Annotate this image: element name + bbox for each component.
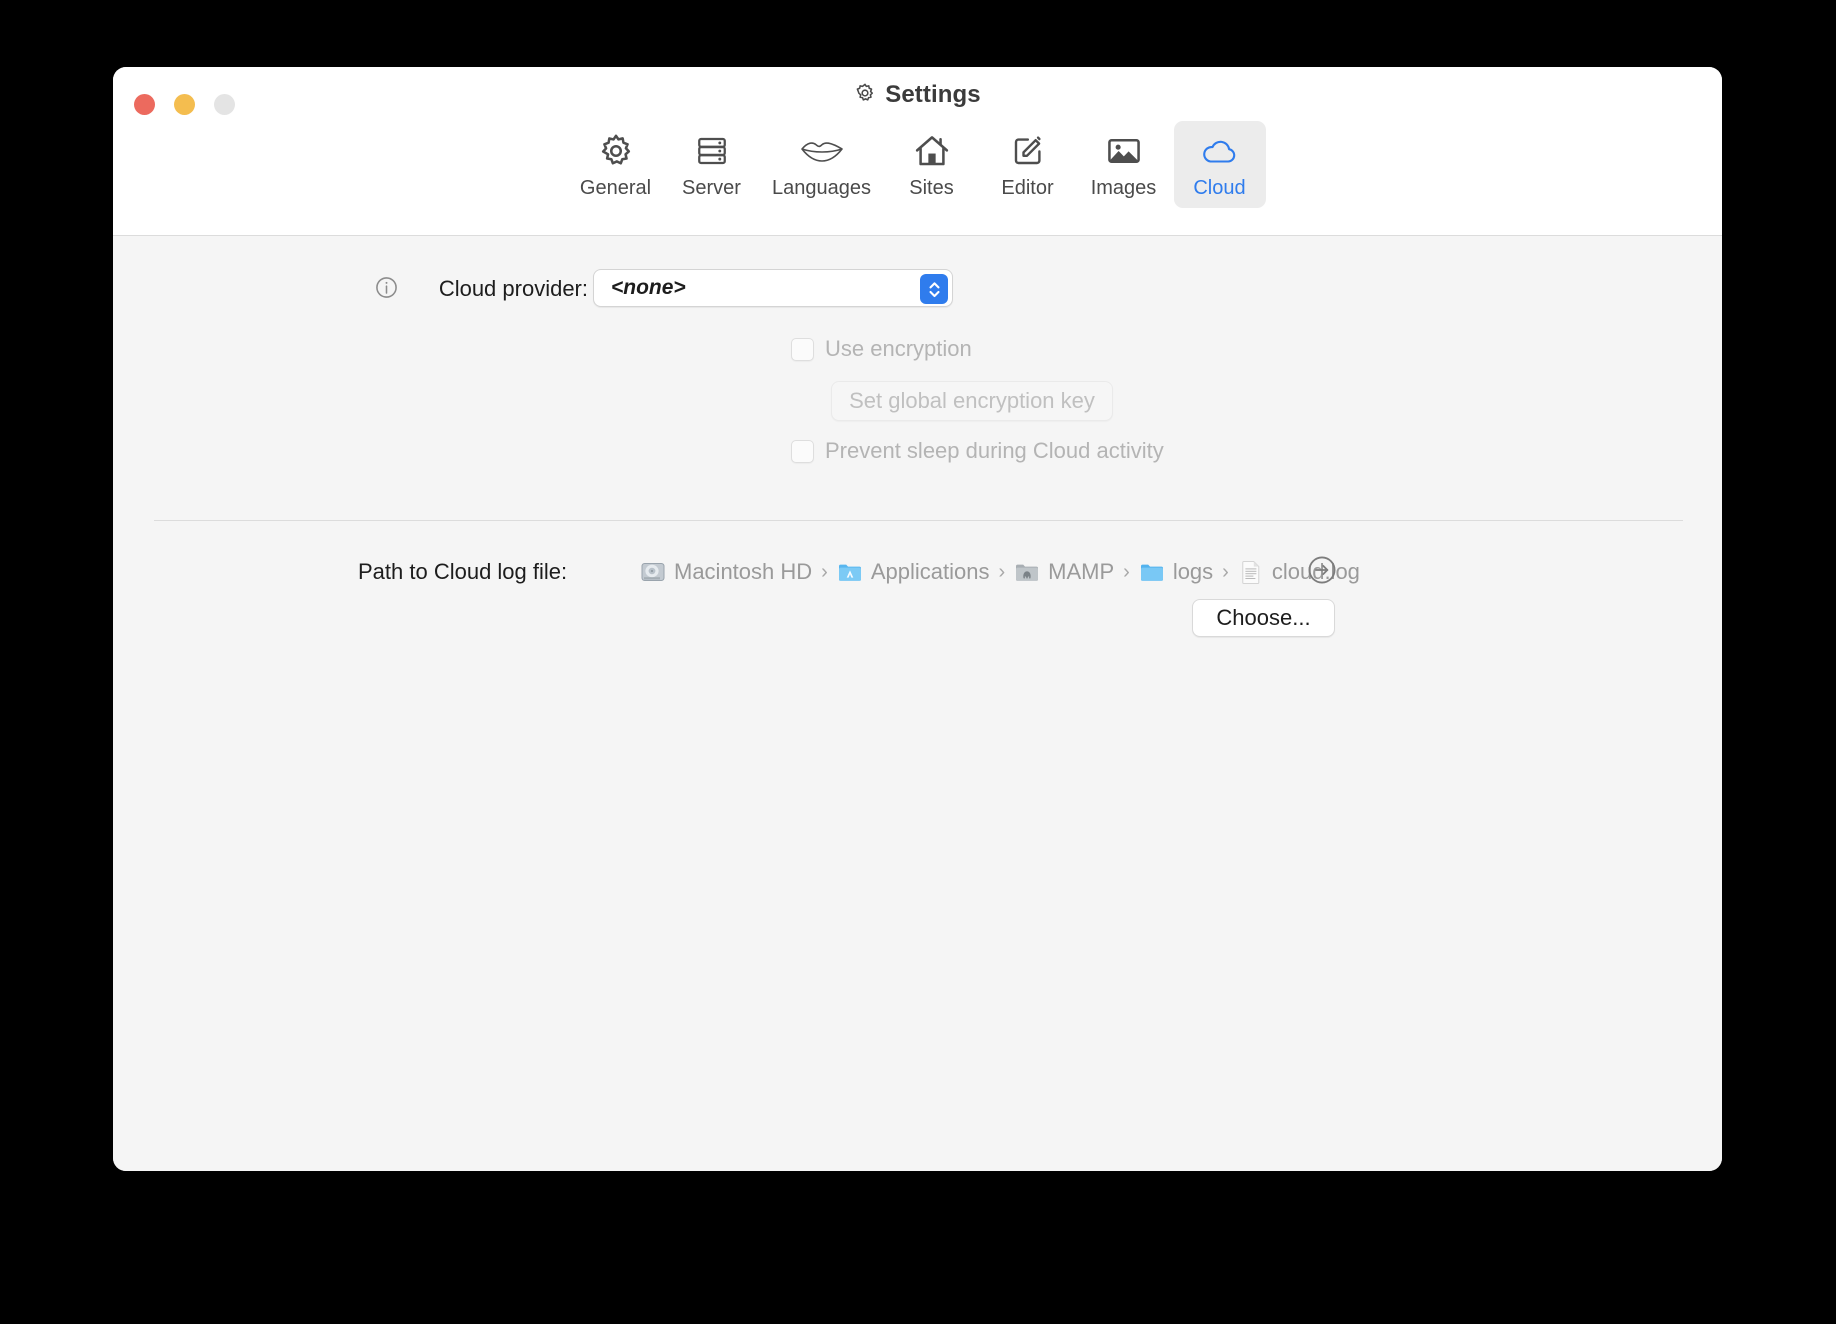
arrow-right-circle-icon[interactable] (1306, 554, 1338, 591)
settings-window: Settings General Server Languages Sites … (113, 67, 1722, 1171)
gear-icon (854, 82, 876, 109)
breadcrumb: Macintosh HD › Applications › MAMP › log… (640, 559, 1360, 585)
info-circle-icon[interactable] (374, 275, 399, 305)
breadcrumb-separator: › (1123, 560, 1130, 583)
prevent-sleep-label: Prevent sleep during Cloud activity (825, 438, 1164, 463)
tab-general-label: General (579, 177, 652, 199)
tab-sites[interactable]: Sites (886, 121, 978, 208)
server-rack-icon (694, 131, 730, 171)
log-path-row: Path to Cloud log file: Macintosh HD › A… (113, 554, 1722, 590)
set-global-encryption-key-button[interactable]: Set global encryption key (831, 381, 1113, 421)
breadcrumb-item-logs[interactable]: logs (1139, 559, 1213, 585)
breadcrumb-separator: › (821, 560, 828, 583)
tab-sites-label: Sites (909, 177, 954, 199)
window-title-bar: Settings (113, 81, 1722, 109)
use-encryption-checkbox[interactable] (791, 337, 814, 361)
breadcrumb-separator: › (998, 560, 1006, 583)
section-divider (154, 520, 1683, 521)
tab-cloud[interactable]: Cloud (1173, 121, 1266, 208)
breadcrumb-item-label: Applications (870, 559, 990, 584)
breadcrumb-separator: › (1222, 560, 1229, 583)
use-encryption-label: Use encryption (825, 336, 972, 361)
choose-button-label: Choose... (1216, 605, 1311, 630)
page-title: Settings (885, 81, 981, 108)
hard-drive-icon (641, 563, 665, 581)
settings-pane-cloud: Cloud provider: <none> Use encryption Se… (113, 236, 1722, 1171)
breadcrumb-item-label: MAMP (1048, 559, 1115, 584)
cloud-provider-select[interactable]: <none> (593, 269, 953, 307)
prevent-sleep-row[interactable]: Prevent sleep during Cloud activity (791, 438, 1164, 464)
tab-languages-label: Languages (772, 177, 871, 199)
tab-editor-label: Editor (1001, 177, 1054, 199)
tab-server[interactable]: Server (666, 121, 758, 208)
minimize-button[interactable] (174, 94, 195, 115)
cloud-provider-value: <none> (611, 276, 686, 299)
gear-icon (597, 131, 635, 171)
tab-editor[interactable]: Editor (982, 121, 1074, 208)
chevron-up-down-icon[interactable] (920, 274, 948, 304)
prevent-sleep-checkbox[interactable] (791, 439, 814, 463)
breadcrumb-item-applications[interactable]: Applications (837, 559, 990, 585)
lips-icon (800, 131, 844, 171)
use-encryption-row[interactable]: Use encryption (791, 336, 972, 362)
cloud-provider-label: Cloud provider: (438, 276, 588, 301)
choose-button[interactable]: Choose... (1192, 599, 1335, 637)
tab-languages[interactable]: Languages (762, 121, 882, 208)
settings-tab-bar: General Server Languages Sites Editor Im… (113, 121, 1722, 208)
zoom-button[interactable] (214, 94, 235, 115)
folder-icon (1140, 564, 1163, 581)
breadcrumb-item-label: Macintosh HD (674, 559, 813, 584)
breadcrumb-item-label: logs (1172, 559, 1214, 584)
tab-general[interactable]: General (570, 121, 662, 208)
document-icon (1242, 561, 1260, 584)
mamp-folder-icon (1016, 564, 1039, 581)
breadcrumb-item-cloud-log[interactable]: cloud.log (1238, 559, 1360, 585)
tab-cloud-label: Cloud (1193, 177, 1246, 199)
traffic-light-controls (134, 94, 235, 115)
house-icon (913, 131, 951, 171)
pencil-square-icon (1010, 131, 1046, 171)
close-button[interactable] (134, 94, 155, 115)
tab-server-label: Server (682, 177, 741, 199)
applications-folder-icon (838, 564, 861, 581)
window-toolbar: Settings General Server Languages Sites … (113, 67, 1722, 236)
picture-icon (1105, 131, 1143, 171)
tab-images-label: Images (1090, 177, 1157, 199)
cloud-icon (1199, 131, 1241, 171)
set-global-encryption-key-label: Set global encryption key (849, 388, 1095, 413)
breadcrumb-item-macintosh-hd[interactable]: Macintosh HD (640, 559, 812, 585)
breadcrumb-item-mamp[interactable]: MAMP (1014, 559, 1114, 585)
log-path-label: Path to Cloud log file: (358, 559, 568, 584)
tab-images[interactable]: Images (1078, 121, 1170, 208)
